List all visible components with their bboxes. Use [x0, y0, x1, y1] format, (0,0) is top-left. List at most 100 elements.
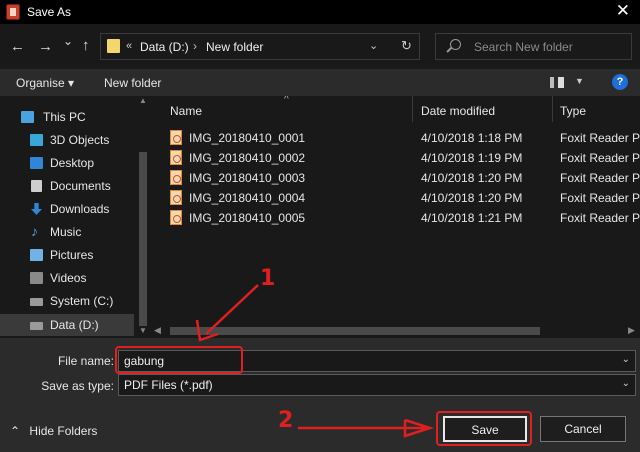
file-name: IMG_20180410_0005 — [189, 211, 306, 225]
title-bar: Save As ✕ — [0, 0, 640, 24]
sidebar-item-label: Videos — [50, 271, 87, 285]
file-list: ^ Name Date modified Type IMG_20180410_0… — [150, 96, 640, 338]
navigation-pane: This PC 3D Objects Desktop Documents Dow… — [0, 96, 150, 338]
annotation-highlight-save — [436, 411, 532, 446]
cube-icon — [30, 134, 43, 146]
hide-folders-label: Hide Folders — [29, 424, 98, 438]
pdf-file-icon — [170, 210, 182, 225]
sidebar-item-pictures[interactable]: Pictures — [0, 244, 134, 266]
sidebar-item-label: Documents — [50, 179, 111, 193]
sidebar-scrollbar[interactable]: ▲ ▼ — [136, 96, 150, 338]
file-type: Foxit Reader PDF — [560, 151, 640, 165]
address-overflow[interactable]: « — [126, 40, 132, 52]
sidebar-item-downloads[interactable]: Downloads — [0, 198, 134, 220]
cancel-button[interactable]: Cancel — [540, 416, 626, 442]
breadcrumb-data-drive[interactable]: Data (D:) — [140, 40, 189, 54]
column-header-name[interactable]: Name — [170, 104, 202, 118]
app-icon — [6, 4, 20, 20]
pictures-icon — [30, 249, 43, 261]
sidebar-item-desktop[interactable]: Desktop — [0, 152, 134, 174]
download-icon — [31, 203, 42, 215]
search-icon — [450, 39, 461, 50]
window-title: Save As — [27, 5, 72, 19]
file-date: 4/10/2018 1:20 PM — [421, 191, 523, 205]
drive-icon — [30, 298, 43, 306]
sidebar-item-label: 3D Objects — [50, 133, 110, 147]
file-row[interactable]: IMG_20180410_0003 4/10/2018 1:20 PM Foxi… — [170, 168, 640, 188]
file-type: Foxit Reader PDF — [560, 171, 640, 185]
folder-icon — [107, 39, 120, 53]
pdf-file-icon — [170, 190, 182, 205]
help-icon[interactable]: ? — [612, 74, 628, 90]
address-dropdown-icon[interactable]: ⌄ — [369, 39, 378, 52]
sidebar-item-system-c[interactable]: System (C:) — [0, 290, 134, 312]
forward-arrow-icon[interactable]: → — [38, 38, 53, 55]
file-type: Foxit Reader PDF — [560, 211, 640, 225]
file-type: Foxit Reader PDF — [560, 191, 640, 205]
recent-locations-chevron-icon[interactable]: ⌄ — [63, 34, 73, 48]
sidebar-item-this-pc[interactable]: This PC — [0, 106, 134, 128]
save-as-type-label: Save as type: — [41, 379, 114, 393]
file-name-label: File name: — [57, 354, 114, 368]
chevron-down-icon[interactable]: ⌄ — [622, 378, 630, 389]
chevron-down-icon[interactable]: ⌄ — [622, 354, 630, 365]
sidebar-item-music[interactable]: ♪ Music — [0, 221, 134, 243]
organise-button[interactable]: Organise ▾ — [16, 76, 74, 90]
horizontal-scroll-thumb[interactable] — [170, 327, 540, 335]
scroll-left-icon[interactable]: ◀ — [154, 325, 161, 336]
view-dropdown-icon[interactable]: ▼ — [575, 76, 584, 86]
up-arrow-icon[interactable]: ↑ — [82, 37, 90, 54]
breadcrumb-new-folder[interactable]: New folder — [206, 40, 263, 54]
scroll-up-icon[interactable]: ▲ — [139, 96, 147, 105]
sidebar-item-3d-objects[interactable]: 3D Objects — [0, 129, 134, 151]
file-name: IMG_20180410_0002 — [189, 151, 306, 165]
sort-ascending-icon: ^ — [284, 96, 289, 105]
refresh-icon[interactable]: ↻ — [401, 38, 412, 54]
file-row[interactable]: IMG_20180410_0001 4/10/2018 1:18 PM Foxi… — [170, 128, 640, 148]
column-divider[interactable] — [552, 96, 553, 122]
file-date: 4/10/2018 1:19 PM — [421, 151, 523, 165]
document-icon — [31, 180, 42, 192]
file-name: IMG_20180410_0001 — [189, 131, 306, 145]
scroll-down-icon[interactable]: ▼ — [139, 326, 147, 335]
pdf-file-icon — [170, 130, 182, 145]
sidebar-item-label: Desktop — [50, 156, 95, 170]
sidebar-item-documents[interactable]: Documents — [0, 175, 134, 197]
back-arrow-icon[interactable]: ← — [10, 38, 25, 55]
column-header-date[interactable]: Date modified — [421, 104, 495, 118]
file-row[interactable]: IMG_20180410_0005 4/10/2018 1:21 PM Foxi… — [170, 208, 640, 228]
sidebar-item-label: System (C:) — [50, 294, 114, 308]
file-name: IMG_20180410_0004 — [189, 191, 306, 205]
pdf-file-icon — [170, 170, 182, 185]
sidebar-item-label: This PC — [43, 110, 86, 124]
annotation-number-1: 1 — [260, 266, 276, 291]
file-date: 4/10/2018 1:18 PM — [421, 131, 523, 145]
pdf-file-icon — [170, 150, 182, 165]
close-icon[interactable]: ✕ — [616, 1, 630, 21]
sidebar-item-label: Downloads — [50, 202, 110, 216]
file-type: Foxit Reader PDF — [560, 131, 640, 145]
save-form: File name: gabung ⌄ Save as type: PDF Fi… — [0, 338, 640, 452]
sidebar-scroll-thumb[interactable] — [139, 152, 147, 326]
file-row[interactable]: IMG_20180410_0002 4/10/2018 1:19 PM Foxi… — [170, 148, 640, 168]
hide-folders-button[interactable]: ⌃ Hide Folders — [10, 424, 97, 438]
file-name: IMG_20180410_0003 — [189, 171, 306, 185]
file-row[interactable]: IMG_20180410_0004 4/10/2018 1:20 PM Foxi… — [170, 188, 640, 208]
search-box[interactable]: Search New folder — [435, 33, 632, 60]
column-divider[interactable] — [412, 96, 413, 122]
sidebar-item-label: Music — [50, 225, 82, 239]
sidebar-item-label: Pictures — [50, 248, 94, 262]
sidebar-item-data-d[interactable]: Data (D:) — [0, 314, 134, 336]
sidebar-item-videos[interactable]: Videos — [0, 267, 134, 289]
address-bar[interactable]: « Data (D:) › New folder ⌄ ↻ — [100, 33, 420, 60]
sidebar-item-label: Data (D:) — [50, 318, 99, 332]
view-options-icon[interactable] — [550, 77, 564, 88]
horizontal-scrollbar[interactable]: ◀ ▶ — [150, 322, 640, 338]
search-placeholder: Search New folder — [474, 40, 573, 54]
new-folder-button[interactable]: New folder — [104, 76, 161, 90]
save-as-type-select[interactable]: PDF Files (*.pdf) ⌄ — [118, 374, 636, 396]
scroll-right-icon[interactable]: ▶ — [628, 325, 635, 336]
desktop-icon — [30, 157, 43, 169]
toolbar: Organise ▾ New folder ▼ ? — [0, 69, 640, 96]
column-header-type[interactable]: Type — [560, 104, 586, 118]
